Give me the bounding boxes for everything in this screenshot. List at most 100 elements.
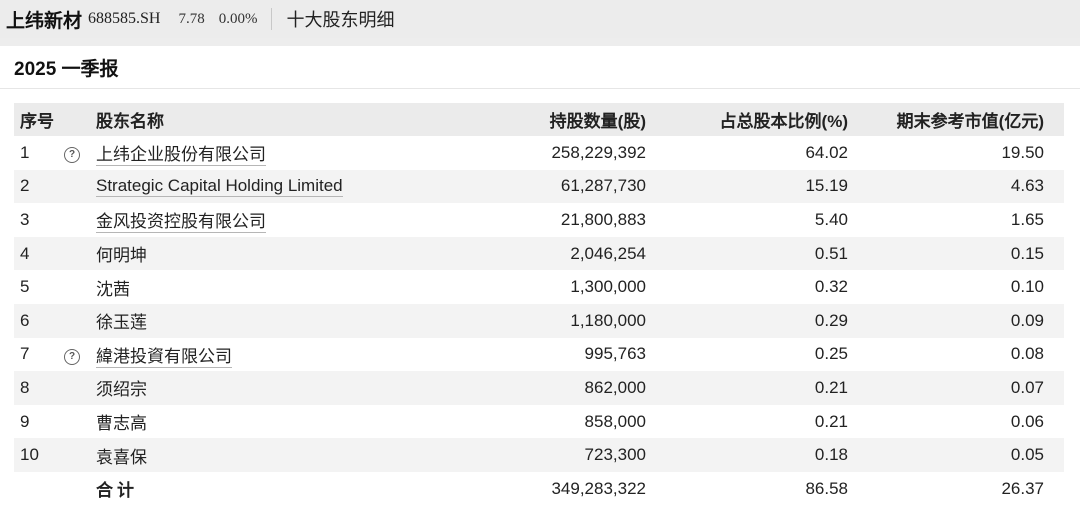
market-value: 4.63 — [1010, 176, 1044, 196]
shares-held: 858,000 — [584, 411, 646, 431]
shareholder-name[interactable]: 緯港投資有限公司 — [96, 346, 232, 368]
row-index: 7 — [20, 344, 30, 364]
row-index: 5 — [20, 277, 30, 297]
row-help-cell: ? — [64, 338, 96, 372]
row-index: 3 — [20, 209, 30, 229]
table-row: 5 沈茜 1,300,000 0.32 0.10 — [14, 270, 1064, 304]
shareholder-name: 袁喜保 — [96, 447, 147, 467]
shares-held: 995,763 — [584, 344, 646, 364]
table-row: 2 Strategic Capital Holding Limited 61,287… — [14, 169, 1064, 204]
shareholder-name: 曹志高 — [96, 414, 147, 434]
holding-ratio: 0.25 — [814, 344, 848, 364]
question-circle-icon[interactable]: ? — [64, 348, 80, 365]
shares-held: 61,287,730 — [560, 176, 646, 196]
stock-header: 上纬新材 688585.SH 7.78 0.00% 十大股东明细 — [0, 0, 1080, 38]
report-period: 2025 一季报 — [0, 46, 1080, 89]
shareholder-name[interactable]: Strategic Capital Holding Limited — [96, 176, 343, 198]
shares-held: 1,180,000 — [570, 310, 646, 330]
holding-ratio: 15.19 — [805, 176, 848, 196]
holding-ratio: 0.18 — [814, 445, 848, 465]
market-value: 0.07 — [1010, 377, 1044, 397]
row-index: 8 — [20, 377, 30, 397]
total-shares: 349,283,322 — [551, 478, 646, 498]
table-total-row: 合计 349,283,322 86.58 26.37 — [14, 472, 1064, 506]
shares-held: 258,229,392 — [551, 142, 646, 162]
column-header-shares: 持股数量(股) — [549, 112, 646, 131]
row-help-cell — [64, 270, 96, 304]
holding-ratio: 0.32 — [814, 277, 848, 297]
shareholder-name-cell: 何明坤 — [96, 237, 476, 271]
market-value: 19.50 — [1001, 142, 1044, 162]
stock-name[interactable]: 上纬新材 — [6, 6, 82, 33]
shareholder-name[interactable]: 金风投资控股有限公司 — [96, 212, 266, 234]
section-title: 十大股东明细 — [286, 10, 395, 30]
table-row: 6 徐玉莲 1,180,000 0.29 0.09 — [14, 303, 1064, 338]
column-header-name: 股东名称 — [96, 112, 164, 131]
shares-held: 723,300 — [584, 445, 646, 465]
shares-held: 21,800,883 — [560, 209, 646, 229]
total-index-empty — [14, 472, 64, 506]
total-value: 26.37 — [1001, 478, 1044, 498]
row-help-cell — [64, 371, 96, 405]
stock-code: 688585.SH — [88, 10, 161, 27]
shareholders-table: 序号 股东名称 持股数量(股) 占总股本比例(%) 期末参考市值(亿元) 1? 上… — [14, 103, 1064, 506]
row-index: 1 — [20, 142, 30, 162]
table-row: 4 何明坤 2,046,254 0.51 0.15 — [14, 236, 1064, 271]
row-index: 10 — [20, 445, 39, 465]
row-help-cell — [64, 405, 96, 439]
table-header-row: 序号 股东名称 持股数量(股) 占总股本比例(%) 期末参考市值(亿元) — [14, 103, 1064, 136]
row-index: 9 — [20, 411, 30, 431]
column-header-ratio: 占总股本比例(%) — [719, 112, 848, 131]
market-value: 0.09 — [1010, 310, 1044, 330]
row-help-cell: ? — [64, 136, 96, 170]
market-value: 0.06 — [1010, 411, 1044, 431]
holding-ratio: 64.02 — [805, 142, 848, 162]
shareholder-name[interactable]: 上纬企业股份有限公司 — [96, 145, 266, 167]
holding-ratio: 0.21 — [814, 377, 848, 397]
column-header-index: 序号 — [20, 112, 54, 131]
row-help-cell — [64, 304, 96, 338]
shareholder-name-cell: 金风投资控股有限公司 — [96, 203, 476, 237]
total-spacer — [64, 472, 96, 506]
column-header-spacer — [64, 103, 96, 136]
row-help-cell — [64, 438, 96, 472]
shareholder-name: 沈茜 — [96, 279, 130, 299]
table-row: 1? 上纬企业股份有限公司 258,229,392 64.02 19.50 — [14, 136, 1064, 170]
shareholder-name-cell: Strategic Capital Holding Limited — [96, 170, 476, 204]
shareholder-name-cell: 沈茜 — [96, 270, 476, 304]
shareholder-name-cell: 上纬企业股份有限公司 — [96, 136, 476, 170]
stock-price: 7.78 — [178, 10, 205, 27]
shareholders-panel: 2025 一季报 序号 股东名称 持股数量(股) 占总股本比例(%) 期末参考市… — [0, 46, 1080, 508]
total-ratio: 86.58 — [805, 478, 848, 498]
row-help-cell — [64, 203, 96, 237]
stock-change: 0.00% — [218, 10, 258, 27]
shareholder-name-cell: 须绍宗 — [96, 371, 476, 405]
shares-held: 862,000 — [584, 377, 646, 397]
holding-ratio: 0.21 — [814, 411, 848, 431]
row-index: 4 — [20, 243, 30, 263]
header-divider — [271, 8, 273, 30]
holding-ratio: 5.40 — [814, 209, 848, 229]
shareholder-name: 徐玉莲 — [96, 313, 147, 333]
column-header-value: 期末参考市值(亿元) — [896, 112, 1044, 131]
shareholder-name-cell: 曹志高 — [96, 405, 476, 439]
total-label: 合计 — [96, 481, 138, 501]
row-help-cell — [64, 170, 96, 204]
shareholder-name-cell: 袁喜保 — [96, 438, 476, 472]
market-value: 0.15 — [1010, 243, 1044, 263]
table-row: 8 须绍宗 862,000 0.21 0.07 — [14, 371, 1064, 405]
row-help-cell — [64, 237, 96, 271]
market-value: 0.05 — [1010, 445, 1044, 465]
holding-ratio: 0.29 — [814, 310, 848, 330]
shares-held: 2,046,254 — [570, 243, 646, 263]
shareholder-name: 须绍宗 — [96, 380, 147, 400]
row-index: 2 — [20, 176, 30, 196]
row-index: 6 — [20, 310, 30, 330]
table-row: 9 曹志高 858,000 0.21 0.06 — [14, 405, 1064, 439]
table-row: 10 袁喜保 723,300 0.18 0.05 — [14, 438, 1064, 472]
shareholder-name-cell: 徐玉莲 — [96, 304, 476, 338]
holding-ratio: 0.51 — [814, 243, 848, 263]
table-row: 3 金风投资控股有限公司 21,800,883 5.40 1.65 — [14, 203, 1064, 237]
question-circle-icon[interactable]: ? — [64, 147, 80, 164]
shareholder-name: 何明坤 — [96, 246, 147, 266]
